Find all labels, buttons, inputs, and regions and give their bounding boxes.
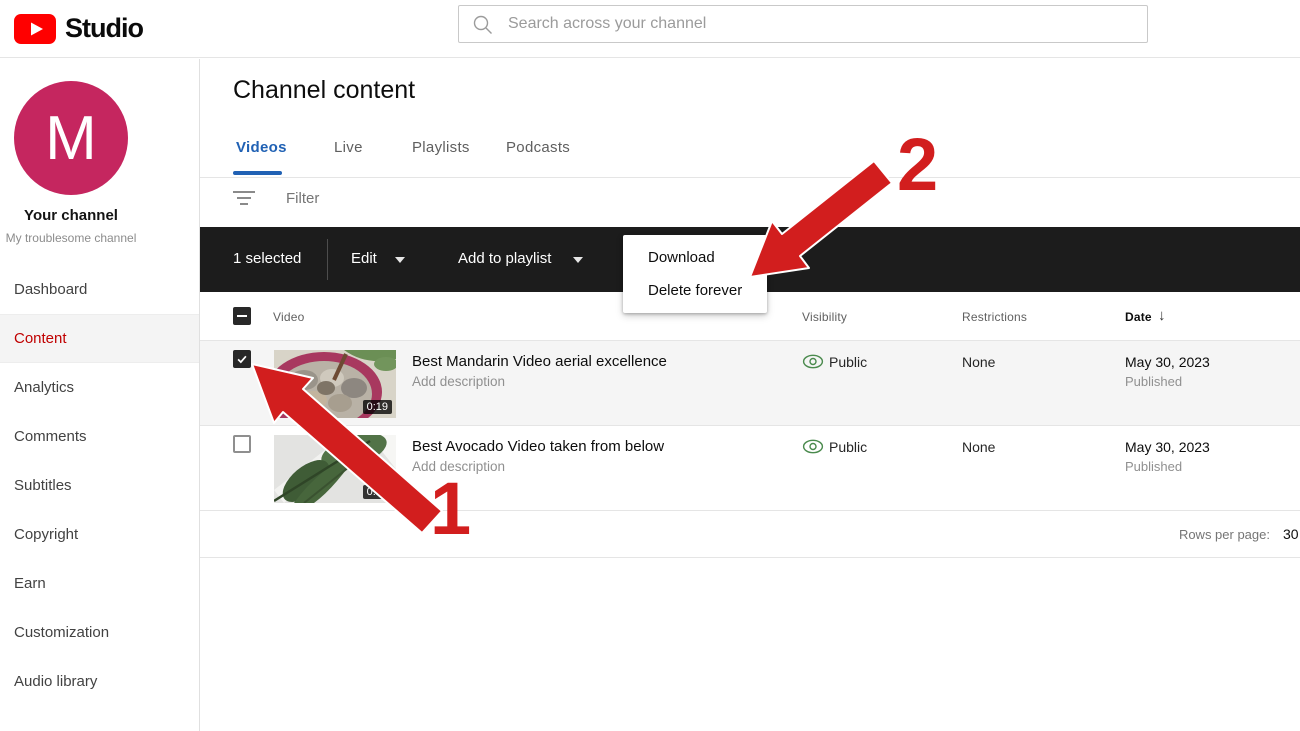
- row-checkbox-checked[interactable]: [233, 350, 251, 368]
- visibility-value[interactable]: Public: [829, 354, 867, 370]
- restrictions-value: None: [962, 439, 995, 455]
- youtube-play-icon: [14, 14, 56, 44]
- search-input[interactable]: [508, 15, 1147, 33]
- date-status: Published: [1125, 374, 1182, 389]
- actions-dropdown-menu: Download Delete forever: [623, 235, 767, 313]
- edit-caret-down-icon[interactable]: [395, 257, 405, 263]
- top-bar: Studio: [0, 0, 1300, 58]
- menu-item-download[interactable]: Download: [623, 241, 767, 274]
- video-description[interactable]: Add description: [412, 374, 505, 389]
- select-all-checkbox[interactable]: [233, 307, 251, 325]
- sidebar-item-analytics[interactable]: Analytics: [0, 363, 199, 412]
- sidebar-nav: Dashboard Content Analytics Comments Sub…: [0, 265, 199, 706]
- video-row-mandarin[interactable]: 0:19 Best Mandarin Video aerial excellen…: [200, 340, 1300, 425]
- add-to-playlist-button[interactable]: Add to playlist: [458, 250, 551, 267]
- public-eye-icon: [802, 354, 824, 369]
- visibility-value[interactable]: Public: [829, 439, 867, 455]
- youtube-studio-logo[interactable]: Studio: [14, 13, 143, 44]
- column-header-date[interactable]: Date: [1125, 310, 1152, 324]
- sidebar-item-earn[interactable]: Earn: [0, 559, 199, 608]
- avatar[interactable]: M: [14, 81, 128, 195]
- filter-icon[interactable]: [233, 191, 255, 207]
- duration-badge: 0:14: [363, 485, 392, 499]
- column-header-restrictions[interactable]: Restrictions: [962, 310, 1027, 324]
- public-eye-icon: [802, 439, 824, 454]
- date-value: May 30, 2023: [1125, 439, 1210, 455]
- edit-button[interactable]: Edit: [351, 250, 377, 267]
- avatar-letter: M: [45, 103, 97, 174]
- active-tab-underline: [233, 171, 282, 175]
- filter-input[interactable]: Filter: [286, 190, 319, 207]
- channel-name: My troublesome channel: [0, 231, 142, 245]
- channel-title: Your channel: [0, 207, 142, 224]
- sidebar-item-copyright[interactable]: Copyright: [0, 510, 199, 559]
- date-value: May 30, 2023: [1125, 354, 1210, 370]
- sidebar-item-subtitles[interactable]: Subtitles: [0, 461, 199, 510]
- table-footer: Rows per page: 30: [200, 510, 1300, 558]
- add-to-playlist-caret-down-icon[interactable]: [573, 257, 583, 263]
- tab-podcasts[interactable]: Podcasts: [506, 139, 570, 156]
- menu-item-delete-forever[interactable]: Delete forever: [623, 274, 767, 307]
- sidebar-item-dashboard[interactable]: Dashboard: [0, 265, 199, 314]
- video-title[interactable]: Best Mandarin Video aerial excellence: [412, 353, 667, 370]
- tab-playlists[interactable]: Playlists: [412, 139, 470, 156]
- column-header-visibility[interactable]: Visibility: [802, 310, 847, 324]
- date-status: Published: [1125, 459, 1182, 474]
- sidebar-item-audio-library[interactable]: Audio library: [0, 657, 199, 706]
- tab-live[interactable]: Live: [334, 139, 363, 156]
- sidebar-item-comments[interactable]: Comments: [0, 412, 199, 461]
- restrictions-value: None: [962, 354, 995, 370]
- youtube-studio-app: Studio M Your channel My troublesome cha…: [0, 0, 1300, 731]
- sidebar-item-content[interactable]: Content: [0, 314, 199, 363]
- search-icon: [472, 14, 493, 35]
- column-header-video[interactable]: Video: [273, 310, 304, 324]
- video-description[interactable]: Add description: [412, 459, 505, 474]
- main-content: Channel content Videos Live Playlists Po…: [200, 59, 1300, 731]
- sidebar-item-customization[interactable]: Customization: [0, 608, 199, 657]
- video-thumbnail-avocado[interactable]: 0:14: [274, 435, 396, 503]
- tab-videos[interactable]: Videos: [236, 139, 287, 156]
- video-title[interactable]: Best Avocado Video taken from below: [412, 438, 664, 455]
- row-checkbox-unchecked[interactable]: [233, 435, 251, 453]
- sort-desc-icon[interactable]: ↓: [1158, 307, 1166, 324]
- selected-count: 1 selected: [233, 250, 301, 267]
- action-bar-divider: [327, 239, 328, 280]
- tabs-divider: [200, 177, 1300, 178]
- video-thumbnail-mandarin[interactable]: 0:19: [274, 350, 396, 418]
- video-row-avocado[interactable]: 0:14 Best Avocado Video taken from below…: [200, 425, 1300, 510]
- sidebar: M Your channel My troublesome channel Da…: [0, 59, 200, 731]
- rows-per-page-label: Rows per page:: [1179, 527, 1270, 542]
- logo-text: Studio: [65, 13, 143, 44]
- page-title: Channel content: [233, 76, 415, 105]
- channel-search-box[interactable]: [458, 5, 1148, 43]
- duration-badge: 0:19: [363, 400, 392, 414]
- rows-per-page-select[interactable]: 30: [1283, 526, 1299, 542]
